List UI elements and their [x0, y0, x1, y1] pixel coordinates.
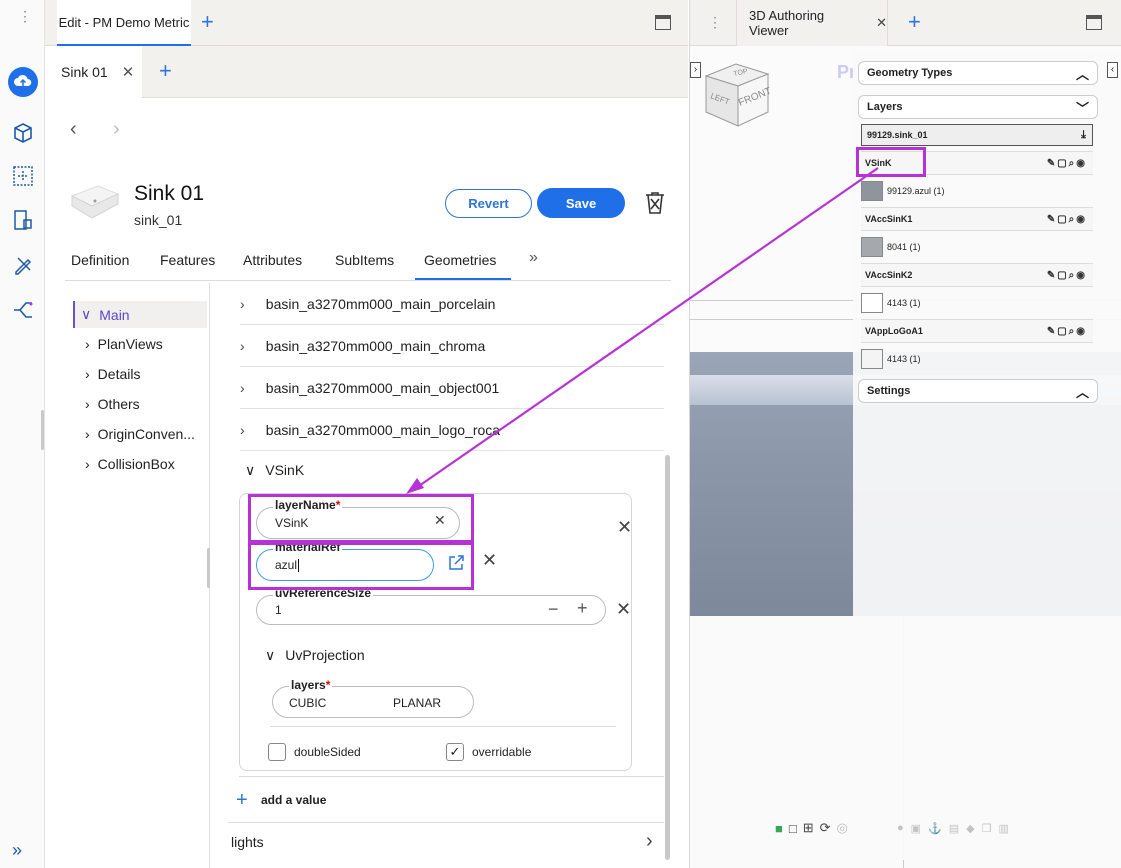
annotation-arrow: [406, 167, 879, 494]
